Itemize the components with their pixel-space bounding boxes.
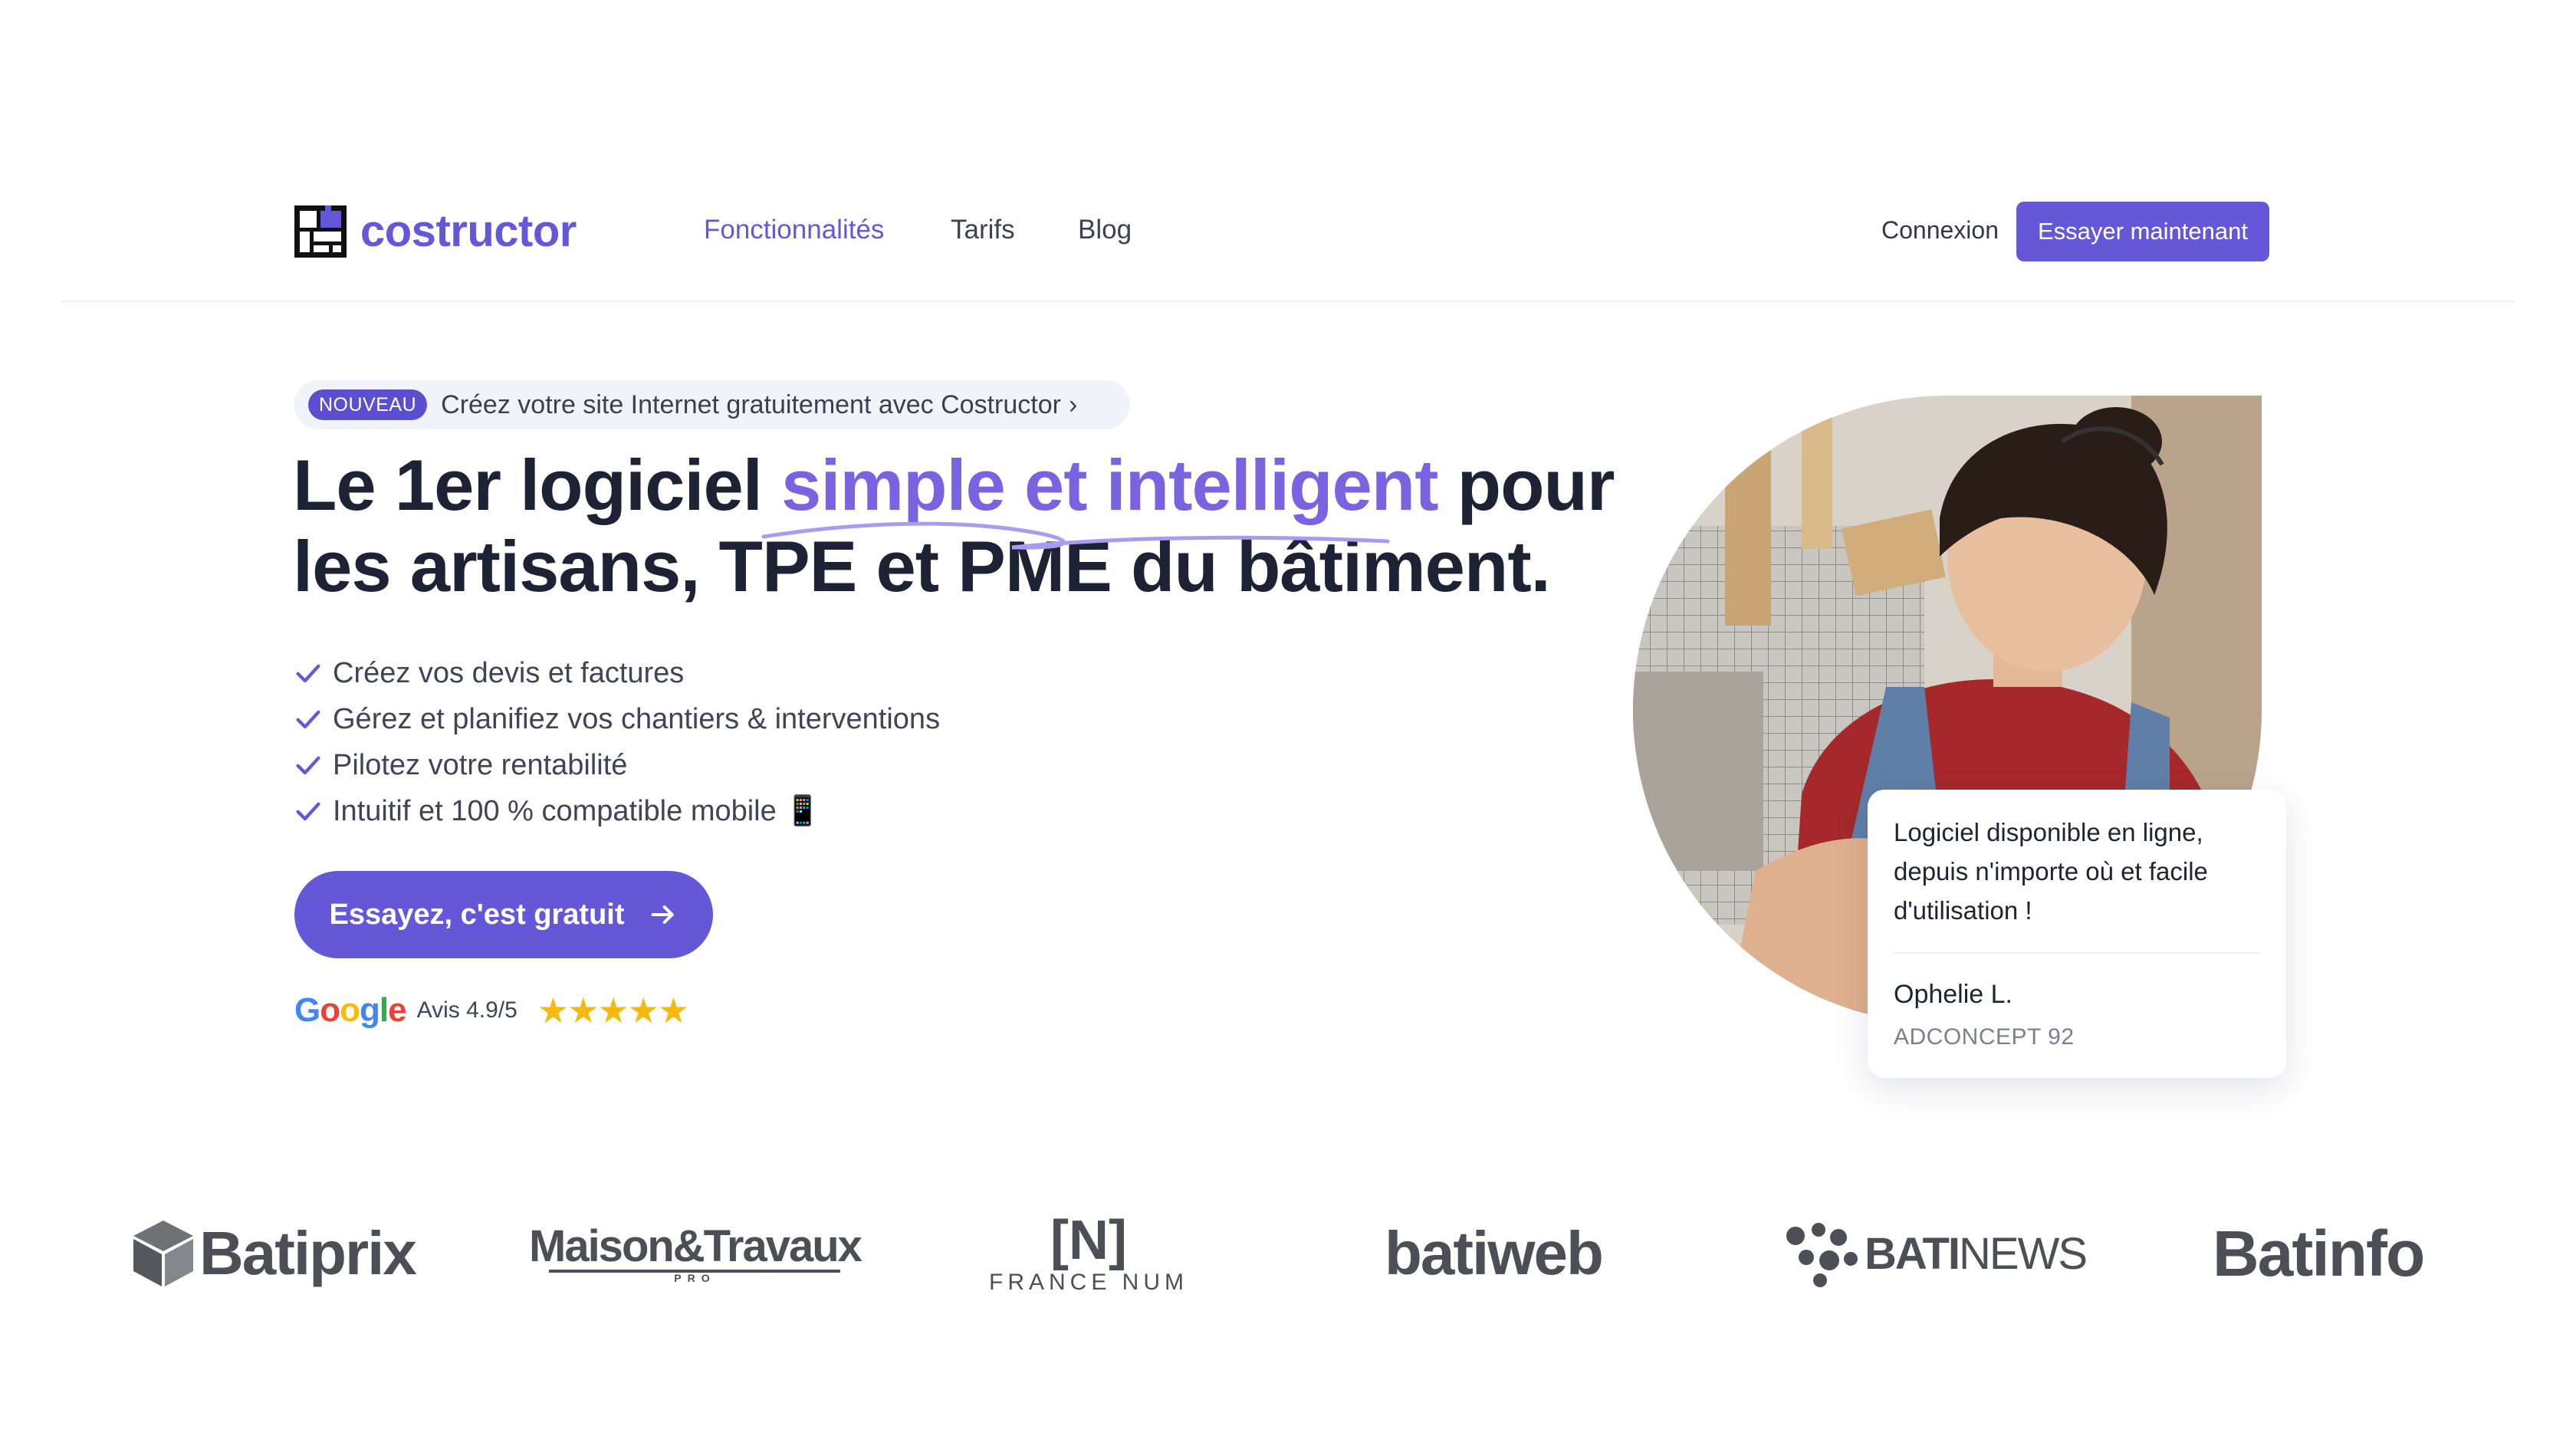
batinfo-text: Batinfo <box>2213 1217 2425 1290</box>
star-icon: ★ <box>627 991 659 1030</box>
star-icon: ★ <box>657 991 689 1030</box>
france-num-mark: [N] <box>1050 1211 1127 1271</box>
try-now-button[interactable]: Essayer maintenant <box>2016 202 2269 261</box>
maison-travaux-text: Maison&Travaux <box>529 1221 863 1271</box>
partner-logo-maison-travaux: Maison&Travaux PRO <box>529 1211 863 1296</box>
announcement-text: Créez votre site Internet gratuitement a… <box>441 389 1061 419</box>
try-free-button[interactable]: Essayez, c'est gratuit <box>294 871 713 958</box>
france-num-text: FRANCE NUM <box>989 1270 1188 1295</box>
batinews-light: NEWS <box>1959 1228 2088 1279</box>
feature-text: Intuitif et 100 % compatible mobile 📱 <box>333 795 821 827</box>
check-icon <box>296 756 320 775</box>
check-icon <box>296 710 320 729</box>
dots-icon <box>1786 1223 1858 1287</box>
star-icon: ★ <box>537 991 569 1030</box>
star-icon: ★ <box>567 991 599 1030</box>
accent-underline-decoration <box>761 521 1390 550</box>
try-free-label: Essayez, c'est gratuit <box>329 898 625 931</box>
feature-text: Créez vos devis et factures <box>333 656 685 689</box>
brand-logo[interactable]: costructor <box>294 204 577 259</box>
star-icon: ★ <box>597 991 629 1030</box>
feature-item: Gérez et planifiez vos chantiers & inter… <box>293 696 940 742</box>
new-badge: NOUVEAU <box>308 389 428 420</box>
costructor-logo-icon <box>294 205 347 258</box>
partner-logo-batinews: BATI NEWS <box>1785 1211 2088 1296</box>
partner-logo-batiweb: batiweb <box>1385 1211 1604 1296</box>
nav-tarifs[interactable]: Tarifs <box>951 215 1015 245</box>
login-link[interactable]: Connexion <box>1881 216 1999 245</box>
testimonial-quote: Logiciel disponible en ligne, depuis n'i… <box>1894 818 2208 925</box>
testimonial-company: ADCONCEPT 92 <box>1894 1024 2075 1050</box>
chevron-right-icon: › <box>1068 389 1078 419</box>
batiweb-text: batiweb <box>1385 1219 1604 1287</box>
nav-blog[interactable]: Blog <box>1078 215 1132 245</box>
feature-item: Pilotez votre rentabilité <box>293 742 940 788</box>
partner-logo-batinfo: Batinfo <box>2213 1211 2425 1296</box>
batiprix-text: Batiprix <box>199 1219 417 1287</box>
feature-text: Gérez et planifiez vos chantiers & inter… <box>333 702 941 735</box>
check-icon <box>296 802 320 821</box>
google-logo: Google <box>294 991 407 1029</box>
arrow-right-icon <box>651 905 674 924</box>
header-divider <box>61 301 2515 302</box>
testimonial-card: Logiciel disponible en ligne, depuis n'i… <box>1868 790 2286 1078</box>
check-icon <box>296 664 320 683</box>
feature-list: Créez vos devis et factures Gérez et pla… <box>293 650 940 834</box>
partner-logo-france-num: [N] FRANCE NUM <box>989 1211 1188 1296</box>
testimonial-author: Ophelie L. <box>1894 980 2013 1009</box>
rating-text: Avis 4.9/5 <box>416 997 518 1023</box>
hero-title-start: Le 1er logiciel <box>293 445 782 525</box>
feature-item: Intuitif et 100 % compatible mobile 📱 <box>293 788 940 834</box>
batinews-bold: BATI <box>1865 1228 1960 1279</box>
partner-logo-batiprix: Batiprix <box>132 1211 417 1296</box>
nav-fonctionnalites[interactable]: Fonctionnalités <box>704 215 884 245</box>
testimonial-divider <box>1894 952 2260 954</box>
cube-icon <box>133 1221 193 1286</box>
announcement-pill[interactable]: NOUVEAU Créez votre site Internet gratui… <box>294 380 1130 429</box>
feature-text: Pilotez votre rentabilité <box>333 748 628 781</box>
feature-item: Créez vos devis et factures <box>293 650 940 696</box>
star-rating: ★★★★★ <box>537 990 689 1031</box>
maison-travaux-sub: PRO <box>549 1270 841 1283</box>
google-reviews: Google Avis 4.9/5 ★★★★★ <box>294 989 689 1032</box>
brand-name: costructor <box>360 206 577 256</box>
